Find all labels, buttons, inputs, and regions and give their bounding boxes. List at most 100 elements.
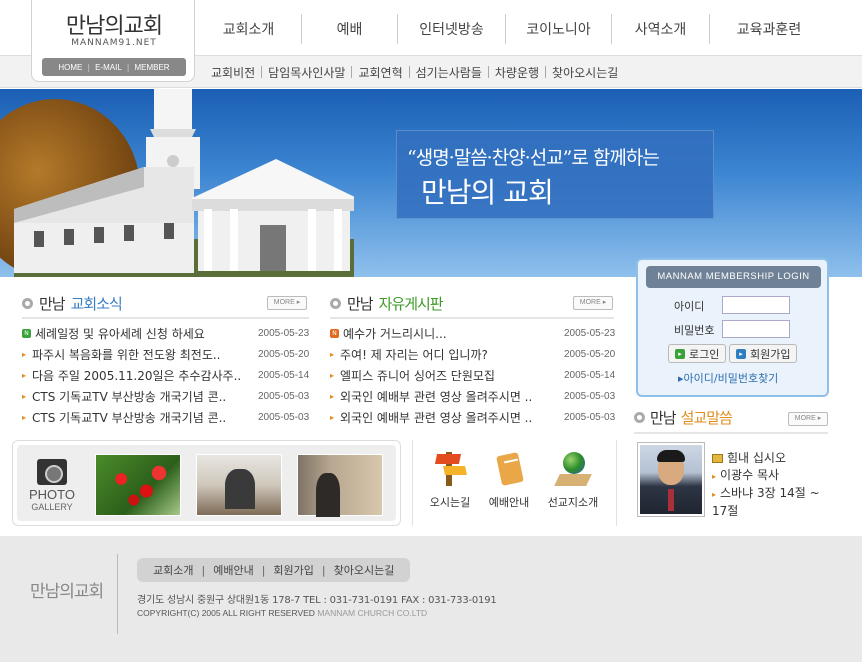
sermon-more-button[interactable]: MORE ▸ bbox=[788, 412, 828, 426]
circle-bullet-icon bbox=[330, 297, 341, 309]
list-item[interactable]: N 예수가 거느리시니... 2005-05-23 bbox=[330, 323, 620, 343]
list-item-title: 외국인 예배부 관련 영상 올려주시면 .. bbox=[340, 410, 533, 425]
title-prefix: 만남 bbox=[650, 408, 677, 427]
title-main: 설교말씀 bbox=[680, 408, 733, 427]
main-menu-item[interactable]: 교육과훈련 bbox=[710, 14, 828, 44]
list-item-date: 2005-05-20 bbox=[564, 348, 616, 360]
arrow-icon: ▸ bbox=[330, 391, 335, 401]
list-item-date: 2005-05-23 bbox=[258, 327, 310, 339]
circle-bullet-icon bbox=[634, 411, 645, 423]
list-item[interactable]: ▸ 엘피스 쥬니어 싱어즈 단원모집 2005-05-14 bbox=[330, 365, 620, 385]
title-prefix: 만남 bbox=[39, 294, 66, 313]
site-logo-url: MANNAM91.NET bbox=[71, 38, 157, 48]
footer-menu: 교회소개 | 예배안내 | 회원가입 | 찾아오시는길 bbox=[137, 558, 411, 582]
footer-logo: 만남의교회 bbox=[30, 582, 104, 602]
sub-menu-item[interactable]: 교회연혁 bbox=[352, 64, 408, 81]
sub-menu-item[interactable]: 차량운행 bbox=[489, 64, 545, 81]
sub-menu-item[interactable]: 섬기는사람들 bbox=[410, 64, 488, 81]
home-link[interactable]: HOME bbox=[53, 63, 87, 72]
free-board-title[interactable]: 만남 자유게시판 bbox=[330, 292, 444, 314]
login-button[interactable]: ▸ 로그인 bbox=[668, 344, 727, 363]
pastor-photo[interactable] bbox=[637, 442, 705, 517]
main-menu-item[interactable]: 예배 bbox=[302, 14, 398, 44]
quick-link-worship[interactable]: 예배안내 bbox=[477, 450, 541, 510]
email-link[interactable]: E-MAIL bbox=[90, 63, 127, 72]
church-news-more-button[interactable]: MORE ▸ bbox=[267, 296, 307, 310]
list-item-date: 2005-05-03 bbox=[258, 390, 310, 402]
photo-gallery-label[interactable]: PHOTO GALLERY bbox=[27, 459, 77, 512]
arrow-icon: ▸ bbox=[330, 349, 335, 359]
list-item[interactable]: ▸ 외국인 예배부 관련 영상 올려주시면 .. 2005-05-03 bbox=[330, 407, 620, 427]
divider bbox=[634, 432, 828, 434]
gallery-thumbnail-flowers[interactable] bbox=[95, 454, 181, 516]
sermon-title[interactable]: 만남 설교말씀 bbox=[634, 406, 733, 428]
list-item-title: CTS 기독교TV 부산방송 개국기념 콘.. bbox=[32, 410, 227, 425]
main-menu-item[interactable]: 인터넷방송 bbox=[398, 14, 506, 44]
photo-label-2: GALLERY bbox=[31, 502, 73, 512]
footer-menu-item[interactable]: 찾아오시는길 bbox=[326, 562, 403, 578]
title-main: 교회소식 bbox=[70, 294, 123, 313]
arrow-icon: ▸ bbox=[22, 391, 27, 401]
list-item[interactable]: ▸ CTS 기독교TV 부산방송 개국기념 콘.. 2005-05-03 bbox=[22, 407, 312, 427]
globe-icon bbox=[554, 450, 592, 490]
join-button-label: 회원가입 bbox=[750, 347, 791, 361]
footer-menu-item[interactable]: 예배안내 bbox=[205, 562, 261, 578]
list-item-title: 엘피스 쥬니어 싱어즈 단원모집 bbox=[340, 368, 495, 383]
list-item[interactable]: ▸ 외국인 예배부 관련 영상 올려주시면 .. 2005-05-03 bbox=[330, 386, 620, 406]
sermon-verse: ▸ 스바냐 3장 14절 ~ 17절 bbox=[712, 485, 827, 520]
gallery-thumbnail-people[interactable] bbox=[297, 454, 383, 517]
scroll-icon bbox=[491, 450, 527, 490]
footer: 만남의교회 교회소개 | 예배안내 | 회원가입 | 찾아오시는길 경기도 성남시 중원구 … bbox=[0, 536, 862, 662]
divider bbox=[117, 554, 118, 634]
circle-bullet-icon bbox=[22, 297, 33, 309]
quick-link-directions[interactable]: 오시는길 bbox=[418, 450, 482, 510]
quick-link-mission[interactable]: 선교지소개 bbox=[541, 450, 605, 510]
list-item-title: 주여! 제 자리는 어디 입니까? bbox=[340, 347, 488, 362]
password-input[interactable] bbox=[722, 320, 790, 338]
footer-menu-item[interactable]: 회원가입 bbox=[265, 562, 321, 578]
find-id-password-link[interactable]: ▸아이디/비밀번호찾기 bbox=[678, 370, 778, 386]
signpost-icon bbox=[432, 450, 468, 490]
divider bbox=[616, 440, 617, 526]
login-title: MANNAM MEMBERSHIP LOGIN bbox=[646, 266, 821, 288]
member-link[interactable]: MEMBER bbox=[129, 63, 174, 72]
site-logo-title[interactable]: 만남의교회 bbox=[32, 8, 196, 40]
footer-menu-item[interactable]: 교회소개 bbox=[145, 562, 201, 578]
sub-menu-item[interactable]: 교회비전 bbox=[205, 64, 261, 81]
sermon-pastor-text: 이광수 목사 bbox=[720, 468, 780, 482]
quick-link-label: 예배안내 bbox=[488, 496, 530, 509]
list-item[interactable]: ▸ CTS 기독교TV 부산방송 개국기념 콘.. 2005-05-03 bbox=[22, 386, 312, 406]
arrow-icon: ▸ bbox=[712, 490, 717, 499]
sub-menu-item[interactable]: 담임목사인사말 bbox=[262, 64, 351, 81]
sub-menu: 교회비전 담임목사인사말 교회연혁 섬기는사람들 차량운행 찾아오시는길 bbox=[205, 63, 624, 81]
list-item-date: 2005-05-23 bbox=[564, 327, 616, 339]
list-item-title: CTS 기독교TV 부산방송 개국기념 콘.. bbox=[32, 389, 227, 404]
camera-icon bbox=[37, 459, 67, 485]
id-label: 아이디 bbox=[674, 300, 705, 313]
sermon-headline-text: 힘내 십시오 bbox=[727, 451, 787, 465]
list-item-date: 2005-05-03 bbox=[564, 411, 616, 423]
main-menu-item[interactable]: 사역소개 bbox=[612, 14, 710, 44]
sermon-pastor: ▸ 이광수 목사 bbox=[712, 467, 827, 485]
main-menu-item[interactable]: 교회소개 bbox=[196, 14, 302, 44]
id-input[interactable] bbox=[722, 296, 790, 314]
divider bbox=[330, 317, 614, 319]
list-item[interactable]: N 세례일정 및 유아세례 신청 하세요 2005-05-23 bbox=[22, 323, 312, 343]
gallery-thumbnail-bicycle[interactable] bbox=[196, 454, 282, 516]
main-menu-item[interactable]: 코이노니아 bbox=[506, 14, 612, 44]
free-board-more-button[interactable]: MORE ▸ bbox=[573, 296, 613, 310]
site-logo-box[interactable]: 만남의교회 MANNAM91.NET HOME | E-MAIL | MEMBER bbox=[31, 0, 195, 82]
list-item[interactable]: ▸ 파주시 복음화를 위한 전도왕 최전도.. 2005-05-20 bbox=[22, 344, 312, 364]
sermon-headline[interactable]: 힘내 십시오 bbox=[712, 450, 827, 467]
join-button[interactable]: ▸ 회원가입 bbox=[729, 344, 798, 363]
list-item[interactable]: ▸ 주여! 제 자리는 어디 입니까? 2005-05-20 bbox=[330, 344, 620, 364]
quick-link-label: 오시는길 bbox=[429, 496, 471, 509]
utility-links: HOME | E-MAIL | MEMBER bbox=[42, 58, 186, 76]
slogan-line-1: “생명·말씀·찬양·선교”로 함께하는 bbox=[407, 147, 660, 169]
quick-link-label: 선교지소개 bbox=[547, 496, 599, 509]
church-news-title[interactable]: 만남 교회소식 bbox=[22, 292, 123, 314]
title-prefix: 만남 bbox=[347, 294, 374, 313]
list-item[interactable]: ▸ 다음 주일 2005.11.20일은 추수감사주.. 2005-05-14 bbox=[22, 365, 312, 385]
sub-menu-item[interactable]: 찾아오시는길 bbox=[546, 64, 624, 81]
sermon-verse-text: 스바냐 3장 14절 ~ 17절 bbox=[712, 486, 820, 518]
